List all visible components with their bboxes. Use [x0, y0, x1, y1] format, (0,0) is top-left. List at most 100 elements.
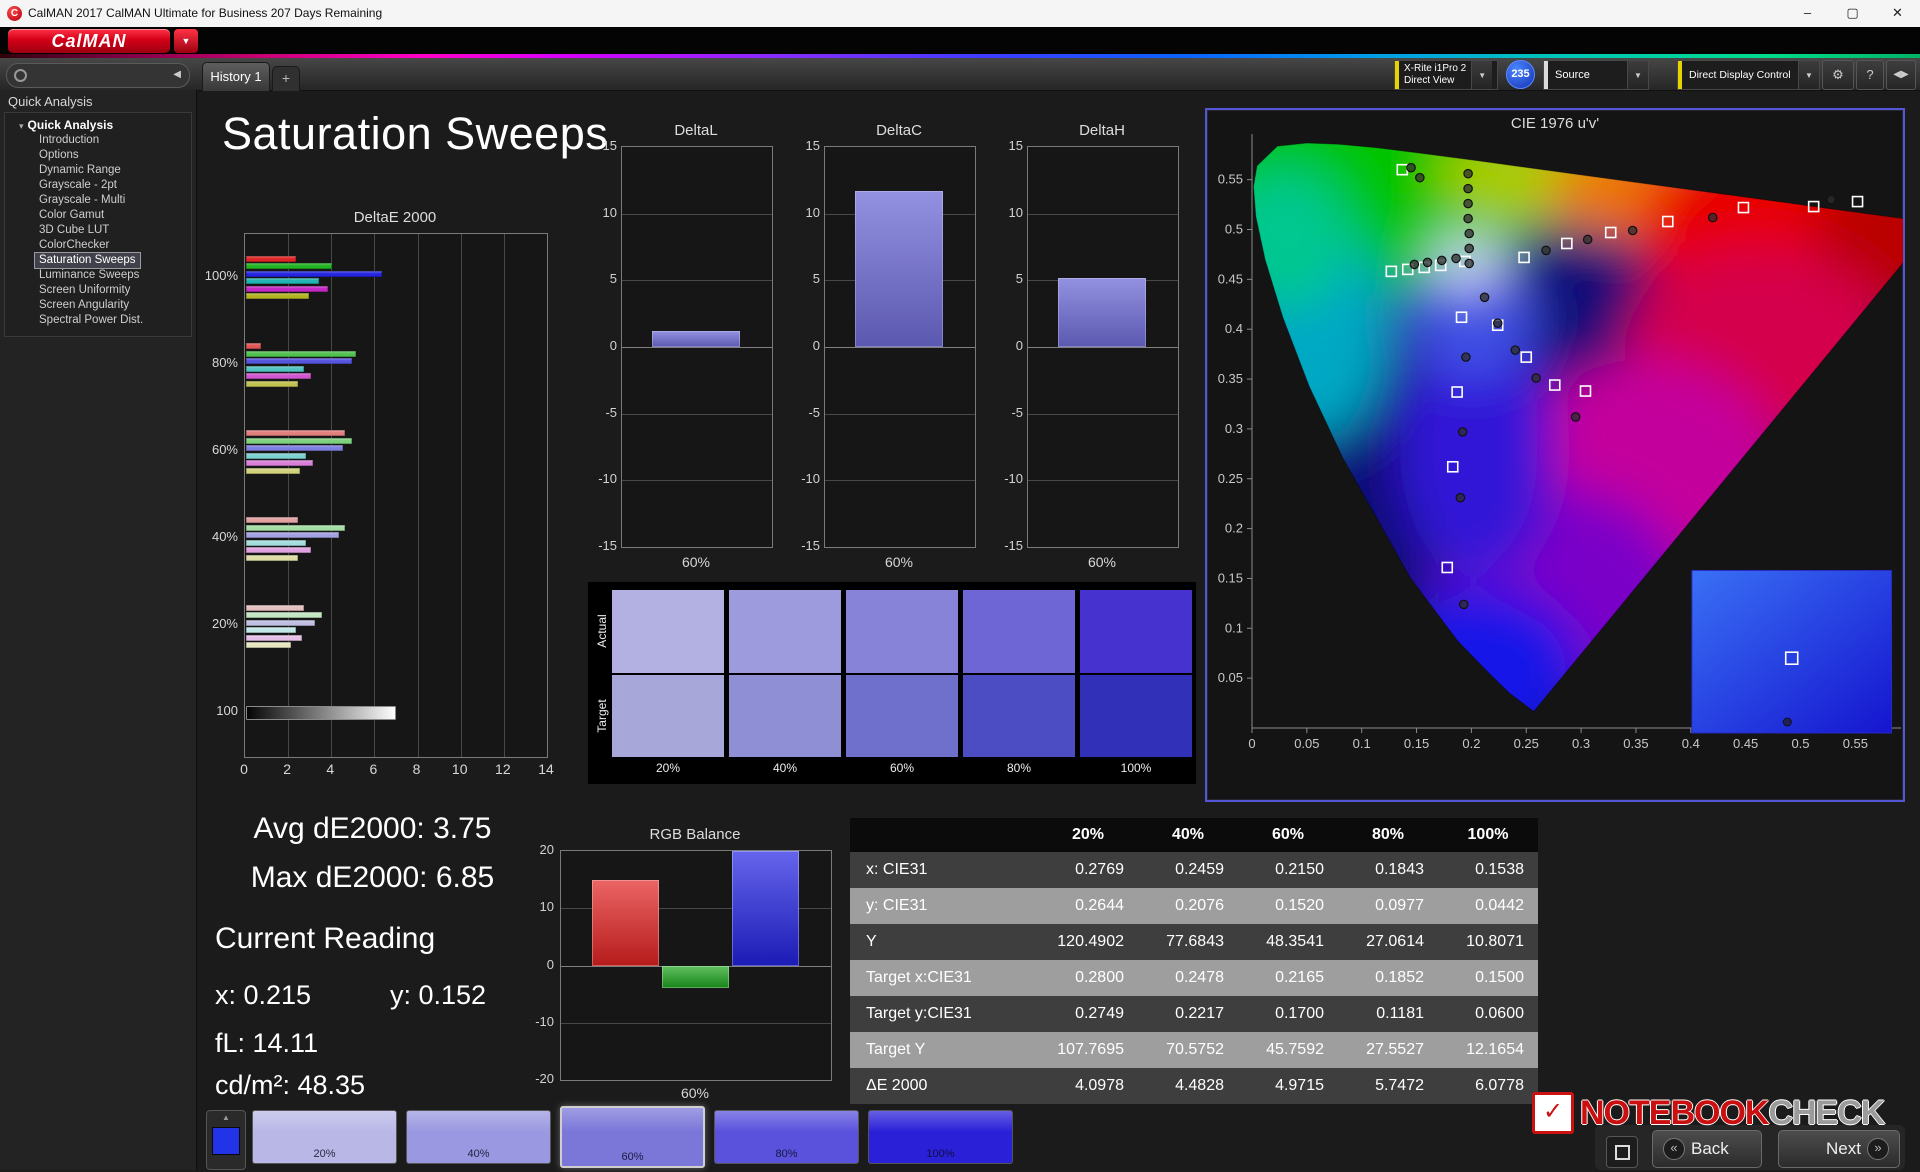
workflow-tree: ▾ Quick Analysis Introduction Options Dynam… [4, 112, 192, 337]
back-label: Back [1691, 1139, 1729, 1158]
chevron-down-icon[interactable]: ▼ [1798, 61, 1819, 89]
svg-text:0.4: 0.4 [1682, 736, 1700, 751]
axis-tick-label: -15 [1004, 538, 1023, 553]
bar [246, 263, 333, 270]
sidebar-item-screen-uniformity[interactable]: Screen Uniformity [35, 283, 134, 298]
table-cell: 0.2749 [1075, 1005, 1124, 1022]
axis-tick-label: 4 [326, 761, 335, 777]
record-icon [14, 69, 27, 82]
settings-gear-icon[interactable]: ⚙ [1822, 60, 1854, 90]
svg-text:0.1: 0.1 [1353, 736, 1371, 751]
measurement-count-badge: 235 [1506, 60, 1535, 89]
bar [246, 365, 305, 372]
chevron-down-icon[interactable]: ▼ [1471, 61, 1493, 89]
sidebar-item-grayscale-2pt[interactable]: Grayscale - 2pt [35, 178, 121, 193]
current-color-chip[interactable]: ▲ [206, 1110, 246, 1170]
table-cell: 45.7592 [1266, 1041, 1324, 1058]
sidebar-item-3d-cube-lut[interactable]: 3D Cube LUT [35, 223, 113, 238]
bar [246, 554, 298, 561]
svg-text:0.5: 0.5 [1225, 222, 1243, 237]
rgb-balance-chart: RGB Balance 20 10 0 -10 -20 60% [515, 826, 845, 1111]
axis-tick-label: 5 [1015, 271, 1023, 287]
gridline [417, 234, 419, 757]
maximize-button[interactable]: ▢ [1830, 0, 1875, 27]
sidebar-item-options[interactable]: Options [35, 148, 83, 163]
axis-tick-label: 0 [812, 338, 820, 353]
saturation-data-table: 20% 40% 60% 80% 100% x: CIE31 0.2769 0.2459 0.2… [850, 818, 1538, 1104]
bar [246, 634, 303, 641]
target-swatch-60 [846, 675, 958, 757]
gridline [1028, 480, 1178, 482]
table-cell: 0.2478 [1175, 969, 1224, 986]
bar [246, 350, 356, 357]
svg-text:0.25: 0.25 [1218, 471, 1243, 486]
page-nav-icon[interactable]: ◀▶ [1886, 60, 1916, 90]
help-icon[interactable]: ? [1856, 60, 1884, 90]
table-cell: 0.1843 [1375, 861, 1424, 878]
meter-line2: Direct View [1404, 75, 1455, 86]
sidebar-collapse-bar[interactable]: ◀ [6, 63, 190, 88]
table-row: y: CIE31 0.2644 0.2076 0.1520 0.0977 0.0442 [850, 888, 1538, 924]
table-corner [850, 818, 1038, 852]
sidebar-item-introduction[interactable]: Introduction [35, 133, 103, 148]
tree-root[interactable]: ▾ Quick Analysis [5, 117, 191, 133]
window-title: CalMAN 2017 CalMAN Ultimate for Business… [28, 6, 383, 20]
logo-dropdown-icon[interactable]: ▼ [174, 29, 198, 53]
bar [246, 255, 296, 262]
scroll-up-icon[interactable]: ▲ [207, 1113, 245, 1122]
bar [246, 278, 320, 285]
window-titlebar: C CalMAN 2017 CalMAN Ultimate for Busine… [0, 0, 1920, 28]
bar [246, 547, 311, 554]
saturation-swatch-60[interactable]: 60% [560, 1106, 705, 1168]
bar [246, 642, 292, 648]
close-button[interactable]: ✕ [1875, 0, 1920, 27]
table-cell: 0.2217 [1175, 1005, 1224, 1022]
saturation-column-label: 100% [1120, 761, 1152, 775]
meter-selector[interactable]: X-Rite i1Pro 2 Direct View ▼ [1394, 60, 1498, 90]
sidebar-item-colorchecker[interactable]: ColorChecker [35, 238, 113, 253]
current-color-swatch [212, 1127, 240, 1155]
category-label: 60% [1087, 554, 1117, 570]
category-label: 60% [681, 554, 711, 570]
axis-tick-label: -15 [801, 538, 820, 553]
gridline [1028, 213, 1178, 215]
sidebar-item-dynamic-range[interactable]: Dynamic Range [35, 163, 125, 178]
add-tab-button[interactable]: + [272, 66, 300, 91]
source-selector[interactable]: Source ▼ [1543, 60, 1649, 90]
svg-text:0.45: 0.45 [1218, 271, 1243, 286]
sidebar-item-screen-angularity[interactable]: Screen Angularity [35, 298, 133, 313]
bar [246, 627, 296, 633]
chevron-down-icon[interactable]: ▼ [1627, 61, 1648, 89]
table-cell: 4.4828 [1175, 1077, 1224, 1094]
bar [652, 331, 740, 347]
table-cell: 4.9715 [1275, 1077, 1324, 1094]
minimize-button[interactable]: – [1785, 0, 1830, 27]
collapse-left-icon[interactable]: ◀ [173, 64, 181, 85]
delta-c-chart: DeltaC 15 10 5 0 -5 -10 -15 60% [788, 120, 983, 578]
svg-text:0.35: 0.35 [1218, 371, 1243, 386]
saturation-swatch-20[interactable]: 20% [252, 1110, 397, 1164]
tree-expander-icon[interactable]: ▾ [19, 121, 24, 131]
watermark-text-1: NOTEBOOK [1580, 1093, 1769, 1132]
axis-tick-label: 10 [602, 204, 617, 220]
bar [246, 380, 298, 387]
bar-group [246, 604, 322, 650]
sidebar-item-spectral-power-dist[interactable]: Spectral Power Dist. [35, 313, 147, 328]
calman-logo[interactable]: CalMAN [8, 29, 170, 53]
category-label: 60% [680, 1085, 710, 1101]
saturation-swatch-40[interactable]: 40% [406, 1110, 551, 1164]
tab-history-1[interactable]: History 1 [202, 62, 270, 91]
svg-text:0.5: 0.5 [1791, 736, 1809, 751]
sidebar-item-color-gamut[interactable]: Color Gamut [35, 208, 108, 223]
saturation-swatch-100[interactable]: 100% [868, 1110, 1013, 1164]
stop-button[interactable] [1606, 1136, 1638, 1168]
axis-tick-label: 0 [1015, 338, 1023, 353]
gridline [825, 347, 975, 348]
sidebar-item-luminance-sweeps[interactable]: Luminance Sweeps [35, 268, 143, 283]
axis-tick-label: 0 [240, 761, 248, 777]
sidebar-item-grayscale-multi[interactable]: Grayscale - Multi [35, 193, 129, 208]
axis-category-label: 40% [211, 529, 238, 545]
sidebar-item-saturation-sweeps[interactable]: Saturation Sweeps [35, 253, 140, 268]
display-control-selector[interactable]: Direct Display Control ▼ [1677, 60, 1820, 90]
saturation-swatch-80[interactable]: 80% [714, 1110, 859, 1164]
